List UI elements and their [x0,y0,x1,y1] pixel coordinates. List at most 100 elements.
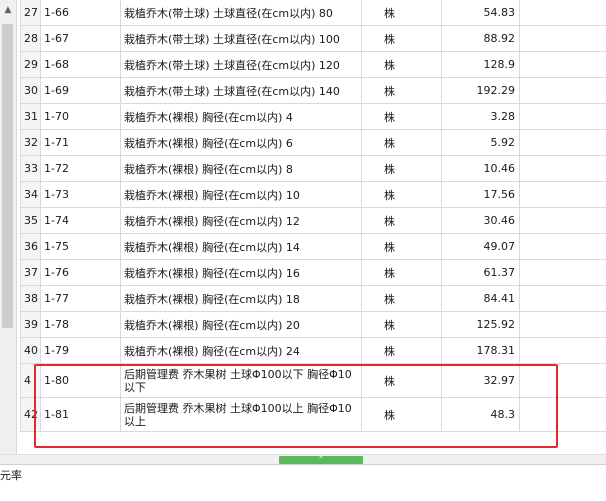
quantity-cell[interactable]: 84.41 [442,286,520,311]
empty-cell[interactable] [520,234,606,259]
unit-cell[interactable]: 株 [362,234,442,259]
quantity-cell[interactable]: 125.92 [442,312,520,337]
grip-icon[interactable]: ⌃ [279,456,363,464]
unit-cell[interactable]: 株 [362,0,442,25]
name-cell[interactable]: 栽植乔木(带土球) 土球直径(在cm以内) 80 [121,0,362,25]
quantity-cell[interactable]: 88.92 [442,26,520,51]
code-cell[interactable]: 1-78 [41,312,121,337]
table-row[interactable]: 34 1-73 栽植乔木(裸根) 胸径(在cm以内) 10 株 17.56 [20,182,606,208]
empty-cell[interactable] [520,208,606,233]
name-cell[interactable]: 栽植乔木(裸根) 胸径(在cm以内) 8 [121,156,362,181]
name-cell[interactable]: 栽植乔木(裸根) 胸径(在cm以内) 10 [121,182,362,207]
empty-cell[interactable] [520,338,606,363]
empty-cell[interactable] [520,104,606,129]
quantity-cell[interactable]: 3.28 [442,104,520,129]
row-index-cell: 31 [20,104,41,129]
scroll-up-arrow-icon[interactable]: ▲ [2,3,14,17]
row-index-cell: 39 [20,312,41,337]
row-index-cell: 33 [20,156,41,181]
unit-cell[interactable]: 株 [362,182,442,207]
unit-cell[interactable]: 株 [362,156,442,181]
empty-cell[interactable] [520,312,606,337]
vertical-scrollbar[interactable]: ▲ [0,0,17,462]
name-cell[interactable]: 栽植乔木(裸根) 胸径(在cm以内) 18 [121,286,362,311]
empty-cell[interactable] [520,182,606,207]
row-index-cell: 36 [20,234,41,259]
name-cell[interactable]: 栽植乔木(裸根) 胸径(在cm以内) 24 [121,338,362,363]
code-cell[interactable]: 1-74 [41,208,121,233]
quantity-cell[interactable]: 17.56 [442,182,520,207]
name-cell[interactable]: 栽植乔木(带土球) 土球直径(在cm以内) 140 [121,78,362,103]
row-index-cell: 38 [20,286,41,311]
code-cell[interactable]: 1-68 [41,52,121,77]
unit-cell[interactable]: 株 [362,312,442,337]
footer-bar: 元率 [0,464,606,501]
name-cell[interactable]: 栽植乔木(裸根) 胸径(在cm以内) 12 [121,208,362,233]
unit-cell[interactable]: 株 [362,286,442,311]
name-cell[interactable]: 栽植乔木(裸根) 胸径(在cm以内) 14 [121,234,362,259]
table-row[interactable]: 30 1-69 栽植乔木(带土球) 土球直径(在cm以内) 140 株 192.… [20,78,606,104]
unit-cell[interactable]: 株 [362,78,442,103]
quantity-cell[interactable]: 49.07 [442,234,520,259]
quantity-cell[interactable]: 10.46 [442,156,520,181]
footer-tab-label[interactable]: 元率 [0,467,22,483]
row-index-cell: 37 [20,260,41,285]
vertical-scroll-thumb[interactable] [2,24,13,328]
table-row[interactable]: 28 1-67 栽植乔木(带土球) 土球直径(在cm以内) 100 株 88.9… [20,26,606,52]
unit-cell[interactable]: 株 [362,26,442,51]
empty-cell[interactable] [520,26,606,51]
name-cell[interactable]: 栽植乔木(裸根) 胸径(在cm以内) 20 [121,312,362,337]
code-cell[interactable]: 1-66 [41,0,121,25]
table-row[interactable]: 35 1-74 栽植乔木(裸根) 胸径(在cm以内) 12 株 30.46 [20,208,606,234]
table-row[interactable]: 36 1-75 栽植乔木(裸根) 胸径(在cm以内) 14 株 49.07 [20,234,606,260]
code-cell[interactable]: 1-73 [41,182,121,207]
unit-cell[interactable]: 株 [362,208,442,233]
code-cell[interactable]: 1-76 [41,260,121,285]
unit-cell[interactable]: 株 [362,260,442,285]
table-row[interactable]: 27 1-66 栽植乔木(带土球) 土球直径(在cm以内) 80 株 54.83 [20,0,606,26]
empty-cell[interactable] [520,52,606,77]
quantity-cell[interactable]: 61.37 [442,260,520,285]
quantity-cell[interactable]: 54.83 [442,0,520,25]
table-row[interactable]: 40 1-79 栽植乔木(裸根) 胸径(在cm以内) 24 株 178.31 [20,338,606,364]
name-cell[interactable]: 栽植乔木(裸根) 胸径(在cm以内) 16 [121,260,362,285]
table-row[interactable]: 38 1-77 栽植乔木(裸根) 胸径(在cm以内) 18 株 84.41 [20,286,606,312]
empty-cell[interactable] [520,156,606,181]
code-cell[interactable]: 1-77 [41,286,121,311]
empty-cell[interactable] [520,286,606,311]
code-cell[interactable]: 1-75 [41,234,121,259]
table-row[interactable]: 37 1-76 栽植乔木(裸根) 胸径(在cm以内) 16 株 61.37 [20,260,606,286]
quantity-cell[interactable]: 192.29 [442,78,520,103]
table-row[interactable]: 32 1-71 栽植乔木(裸根) 胸径(在cm以内) 6 株 5.92 [20,130,606,156]
name-cell[interactable]: 栽植乔木(裸根) 胸径(在cm以内) 6 [121,130,362,155]
code-cell[interactable]: 1-71 [41,130,121,155]
empty-cell[interactable] [520,0,606,25]
row-index-cell: 28 [20,26,41,51]
unit-cell[interactable]: 株 [362,104,442,129]
code-cell[interactable]: 1-70 [41,104,121,129]
code-cell[interactable]: 1-72 [41,156,121,181]
quantity-cell[interactable]: 128.9 [442,52,520,77]
code-cell[interactable]: 1-67 [41,26,121,51]
quantity-cell[interactable]: 30.46 [442,208,520,233]
empty-cell[interactable] [520,260,606,285]
code-cell[interactable]: 1-69 [41,78,121,103]
red-highlight-box [34,364,558,448]
quantity-cell[interactable]: 5.92 [442,130,520,155]
table-row[interactable]: 31 1-70 栽植乔木(裸根) 胸径(在cm以内) 4 株 3.28 [20,104,606,130]
name-cell[interactable]: 栽植乔木(带土球) 土球直径(在cm以内) 120 [121,52,362,77]
unit-cell[interactable]: 株 [362,338,442,363]
unit-cell[interactable]: 株 [362,52,442,77]
table-row[interactable]: 33 1-72 栽植乔木(裸根) 胸径(在cm以内) 8 株 10.46 [20,156,606,182]
table-row[interactable]: 39 1-78 栽植乔木(裸根) 胸径(在cm以内) 20 株 125.92 [20,312,606,338]
unit-cell[interactable]: 株 [362,130,442,155]
row-index-cell: 30 [20,78,41,103]
row-index-cell: 27 [20,0,41,25]
quantity-cell[interactable]: 178.31 [442,338,520,363]
name-cell[interactable]: 栽植乔木(带土球) 土球直径(在cm以内) 100 [121,26,362,51]
name-cell[interactable]: 栽植乔木(裸根) 胸径(在cm以内) 4 [121,104,362,129]
table-row[interactable]: 29 1-68 栽植乔木(带土球) 土球直径(在cm以内) 120 株 128.… [20,52,606,78]
empty-cell[interactable] [520,130,606,155]
empty-cell[interactable] [520,78,606,103]
code-cell[interactable]: 1-79 [41,338,121,363]
